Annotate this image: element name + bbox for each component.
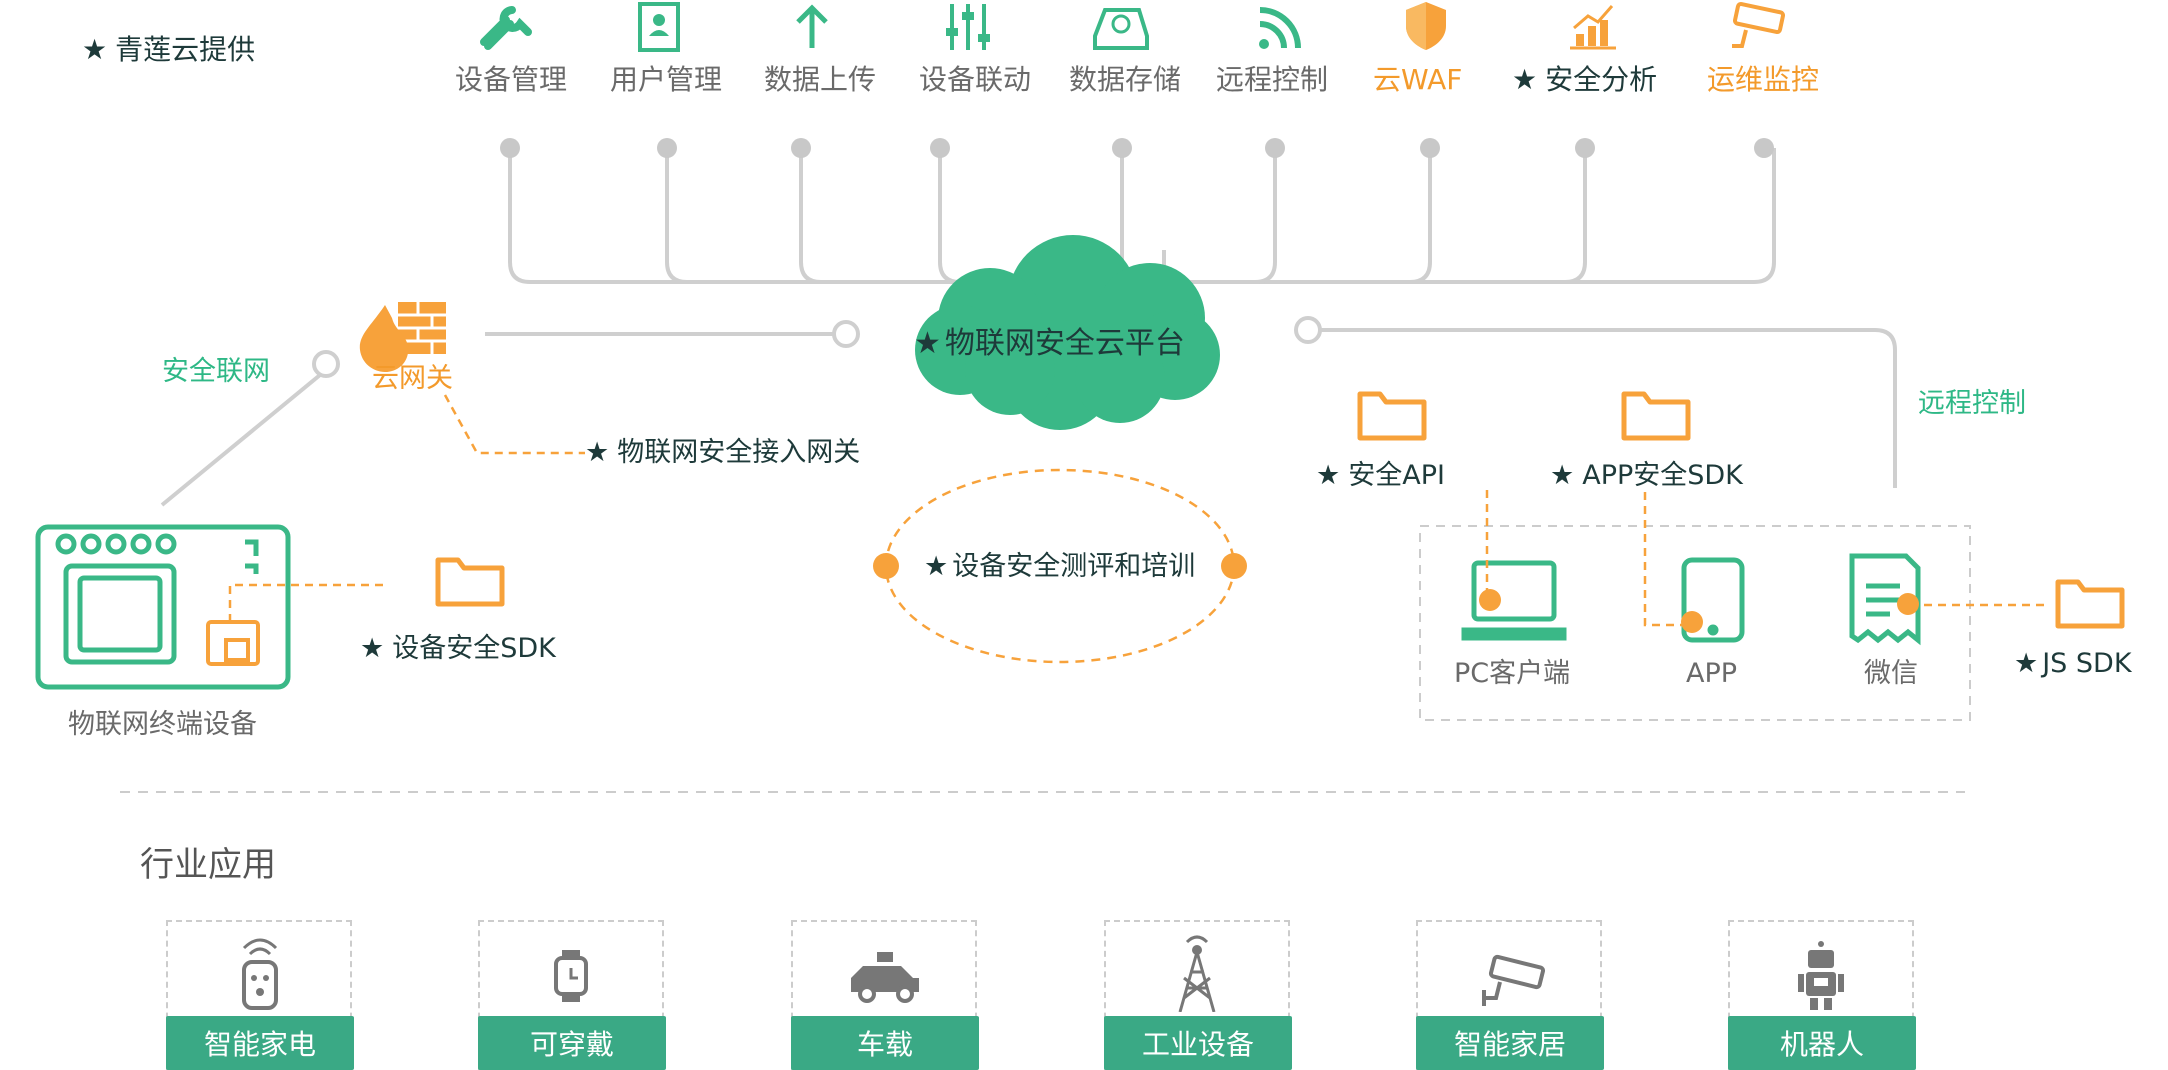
folder-icon [1621,391,1691,441]
industry-label: 工业设备 [1104,1016,1292,1070]
industry-card-appliances[interactable]: 智能家电 [166,920,354,1070]
iot-terminal-label: 物联网终端设备 [68,709,257,740]
laptop-icon [1461,560,1567,641]
industry-card-wearable[interactable]: 可穿戴 [478,920,666,1070]
app-sdk-label: ★ APP安全SDK [1550,460,1743,491]
industry-card-industrial[interactable]: 工业设备 [1104,920,1292,1070]
gateway-dashed-link [443,394,585,455]
service-label-cloud-waf: 云WAF [1373,63,1463,96]
service-label-device-linkage: 设备联动 [919,63,1032,96]
service-label-remote-control: 远程控制 [1216,63,1329,96]
industry-label: 车载 [791,1016,979,1070]
service-label-data-upload: 数据上传 [764,63,877,96]
analytics-chart-icon [1570,5,1616,50]
evaluation-label: ★ 设备安全测评和培训 [924,551,1196,582]
service-label-ops-monitoring: 运维监控 [1707,63,1820,96]
secure-link-label: 安全联网 [162,356,270,387]
industry-label: 可穿戴 [478,1016,666,1070]
industry-card-vehicle[interactable]: 车载 [791,920,979,1070]
industry-title: 行业应用 [140,845,276,885]
access-gateway-label: ★ 物联网安全接入网关 [585,437,861,468]
remote-control-icon [242,938,278,1010]
app-label: APP [1686,658,1738,689]
wechat-label: 微信 [1864,658,1918,689]
camera-icon [1732,1,1786,48]
upload-arrow-icon [796,4,828,48]
provider-note: ★ 青莲云提供 [82,33,256,66]
service-bus-dots [500,138,1774,158]
industry-label: 智能家电 [166,1016,354,1070]
service-label-data-storage: 数据存储 [1069,63,1182,96]
car-icon [851,952,919,1003]
diagram-canvas [35,138,2125,793]
firewall-icon [359,302,446,372]
shield-icon [1406,2,1446,50]
service-label-device-mgmt: 设备管理 [455,63,568,96]
remote-control-label: 远程控制 [1918,388,2026,419]
folder-icon [2055,579,2125,629]
industry-card-robot[interactable]: 机器人 [1728,920,1916,1070]
storage-drive-icon [1093,8,1149,50]
js-sdk-label: ★ JS SDK [2014,648,2132,679]
wifi-signal-icon [1259,7,1301,49]
wrench-icon [480,6,532,50]
user-card-icon [638,2,680,52]
device-sdk-label: ★ 设备安全SDK [360,633,556,664]
sliders-icon [946,4,990,50]
industry-card-smart-home[interactable]: 智能家居 [1416,920,1604,1070]
security-camera-icon [1482,954,1546,1006]
service-label-security-analysis: ★ 安全分析 [1512,63,1658,96]
service-label-user-mgmt: 用户管理 [610,63,723,96]
signal-tower-icon [1178,935,1216,1012]
industry-label: 机器人 [1728,1016,1916,1070]
industry-label: 智能家居 [1416,1016,1604,1070]
folder-icon [435,557,505,607]
service-bus-lines [508,148,1776,284]
folder-icon [1357,391,1427,441]
cloud-gateway-label: 云网关 [372,363,453,394]
pc-client-label: PC客户端 [1454,658,1571,689]
security-api-label: ★ 安全API [1316,460,1445,491]
cloud-platform-label: ★ 物联网安全云平台 [914,326,1185,361]
robot-icon [1798,941,1844,1010]
smartwatch-icon [554,950,588,1002]
